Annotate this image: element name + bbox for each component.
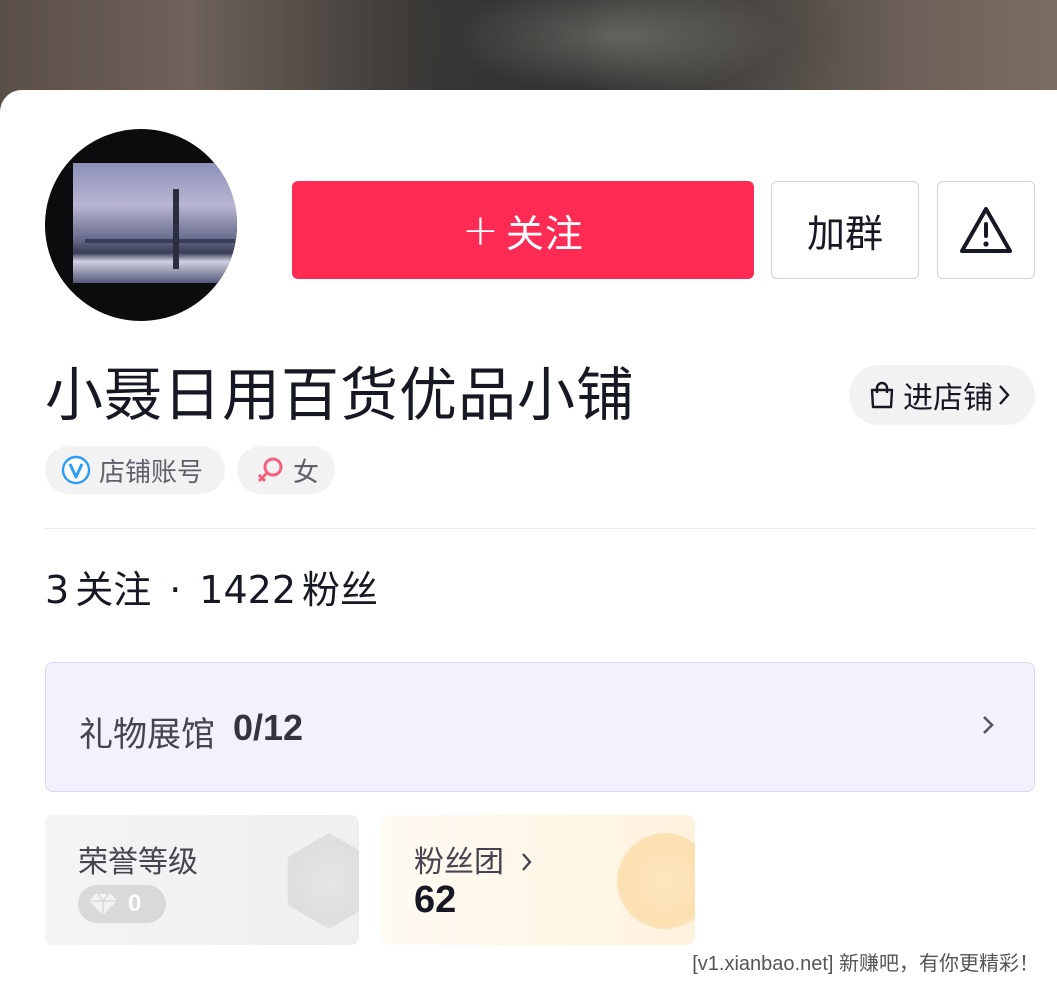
- plus-icon: +: [462, 204, 500, 256]
- honor-level-value: 0: [128, 890, 142, 917]
- gift-hall-label: 礼物展馆: [79, 715, 215, 755]
- verified-v-icon: [61, 455, 91, 485]
- stats-separator: ·: [169, 568, 182, 612]
- store-account-tag[interactable]: 店铺账号: [45, 446, 225, 494]
- heart-badge-icon: [617, 833, 695, 929]
- follow-stats: 3 关注 · 1422 粉丝: [45, 562, 378, 618]
- avatar[interactable]: [45, 129, 237, 321]
- followers-count[interactable]: 1422: [199, 562, 296, 618]
- diamond-icon: [88, 892, 118, 916]
- enter-shop-label: 进店铺: [903, 381, 993, 416]
- following-count[interactable]: 3: [45, 562, 69, 618]
- fan-club-count: 62: [414, 879, 457, 921]
- honor-level-title: 荣誉等级: [78, 845, 198, 880]
- followers-label[interactable]: 粉丝: [302, 562, 378, 618]
- gift-hall-count: 0/12: [233, 707, 304, 748]
- divider: [45, 528, 1035, 529]
- fan-club-title: 粉丝团: [414, 837, 534, 881]
- store-account-label: 店铺账号: [99, 457, 204, 488]
- chevron-right-icon: [997, 383, 1017, 407]
- gender-tag: 女: [237, 446, 335, 494]
- chevron-right-icon: [521, 853, 532, 871]
- shopping-bag-icon: [867, 380, 903, 410]
- fan-club-card[interactable]: 粉丝团 62: [381, 815, 695, 945]
- honor-level-card[interactable]: 荣誉等级 0: [45, 815, 359, 945]
- following-label[interactable]: 关注: [75, 562, 151, 618]
- female-symbol-icon: [255, 455, 285, 485]
- join-group-button[interactable]: 加群: [771, 181, 919, 279]
- hexagon-badge-icon: [287, 833, 359, 929]
- gender-label: 女: [293, 457, 320, 488]
- warning-triangle-icon: [959, 205, 1013, 255]
- follow-button[interactable]: + 关注: [292, 181, 754, 279]
- report-button[interactable]: [937, 181, 1035, 279]
- gift-hall-card[interactable]: 礼物展馆 0/12: [45, 662, 1035, 792]
- watermark: [v1.xianbao.net] 新赚吧，有你更精彩！: [688, 947, 1043, 976]
- chevron-right-icon: [980, 711, 996, 743]
- shop-name: 小聂日用百货优品小铺: [45, 361, 636, 429]
- honor-level-badge: 0: [78, 885, 166, 923]
- enter-shop-button[interactable]: 进店铺: [849, 365, 1035, 425]
- join-group-label: 加群: [806, 211, 883, 256]
- follow-label: 关注: [505, 211, 584, 256]
